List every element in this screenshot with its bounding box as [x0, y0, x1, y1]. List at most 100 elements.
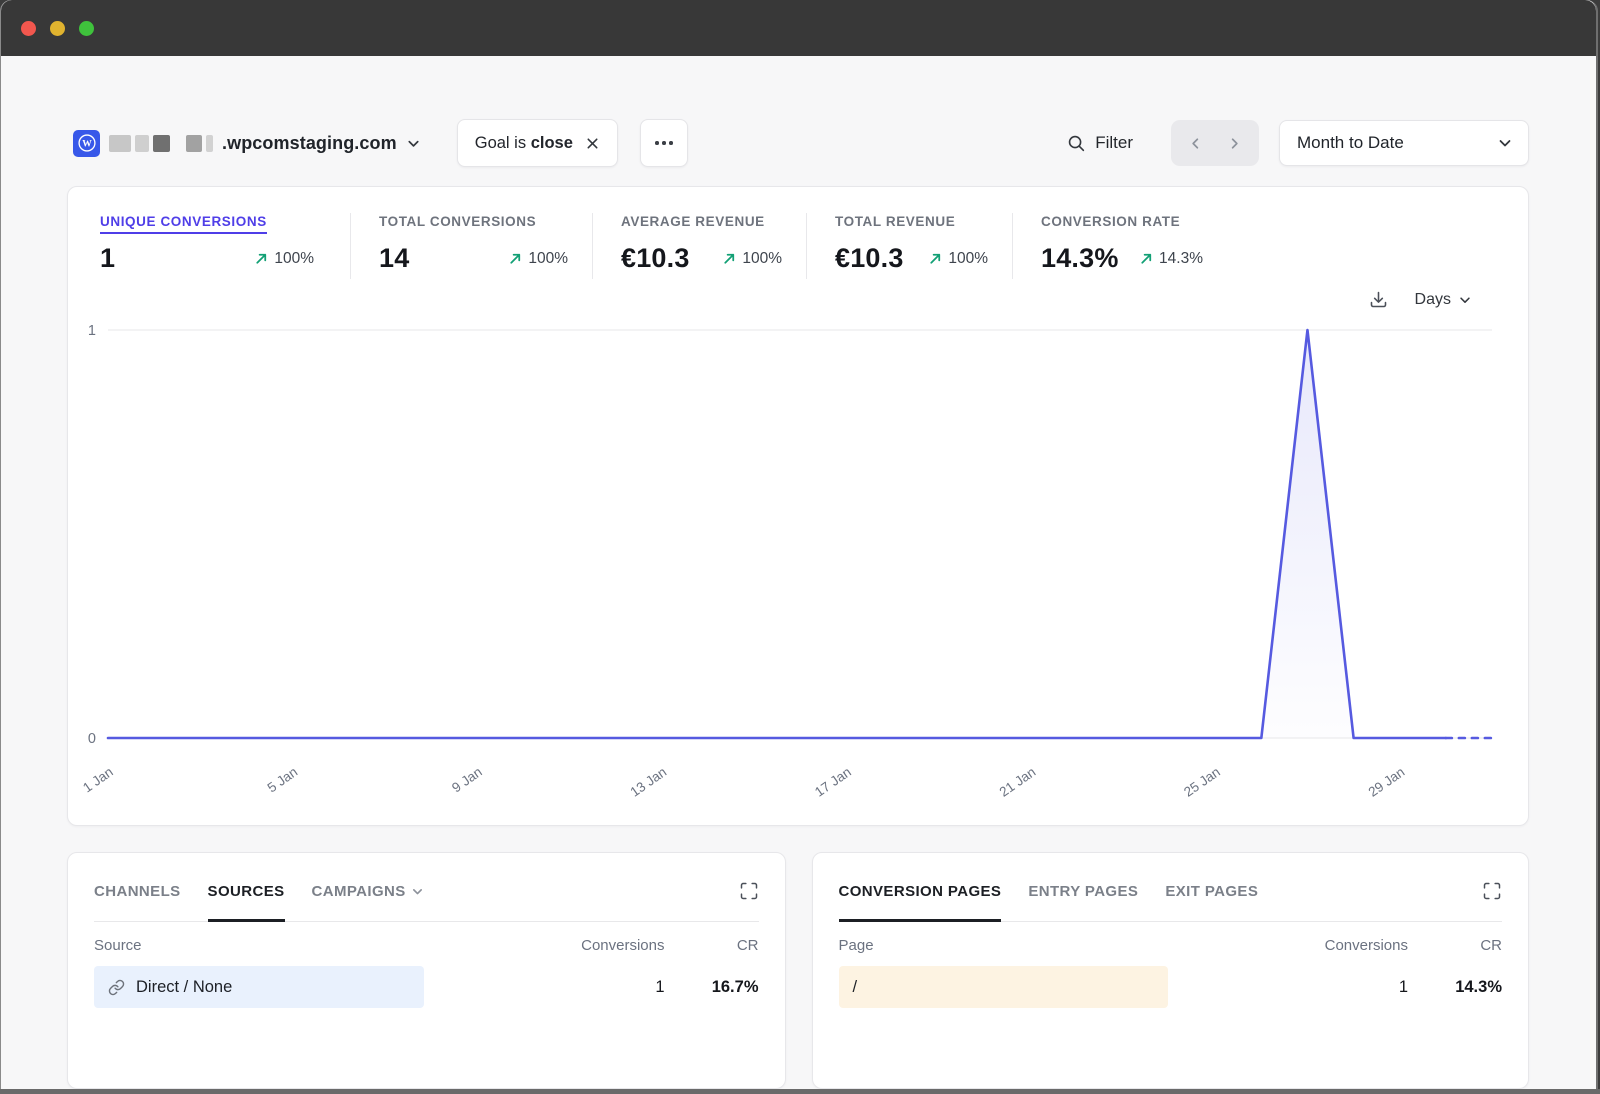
date-range-select[interactable]: Month to Date: [1279, 120, 1529, 166]
stat-delta: 14.3%: [1139, 250, 1203, 268]
site-domain: .wpcomstaging.com: [222, 133, 397, 154]
wordpress-logo-icon: W: [73, 130, 100, 157]
svg-text:1: 1: [88, 323, 96, 339]
chevron-left-icon[interactable]: [1188, 136, 1203, 151]
analytics-page: W .wpcomstaging.com Goal is close: [1, 119, 1596, 1089]
goal-chip-text: Goal is close: [475, 134, 573, 153]
chevron-down-icon: [1497, 135, 1513, 151]
chevron-down-icon: [406, 136, 421, 151]
toolbar: W .wpcomstaging.com Goal is close: [67, 119, 1529, 167]
tab-exit-pages[interactable]: EXIT PAGES: [1165, 883, 1258, 900]
tab-campaigns[interactable]: CAMPAIGNS: [312, 883, 424, 900]
column-cr: CR: [1408, 937, 1502, 954]
fullscreen-icon[interactable]: [739, 881, 759, 901]
svg-text:0: 0: [88, 731, 96, 747]
stat-value: €10.3: [835, 243, 904, 274]
stat-total-revenue: TOTAL REVENUE €10.3 100%: [806, 213, 1012, 279]
stat-tab-total-revenue[interactable]: TOTAL REVENUE: [835, 214, 955, 234]
row-cr: 14.3%: [1408, 978, 1502, 997]
tab-entry-pages[interactable]: ENTRY PAGES: [1028, 883, 1138, 900]
tab-conversion-pages[interactable]: CONVERSION PAGES: [839, 883, 1002, 900]
trend-up-icon: [1139, 251, 1154, 266]
pages-panel: CONVERSION PAGES ENTRY PAGES EXIT PAGES …: [812, 852, 1530, 1089]
column-source: Source: [94, 937, 553, 954]
stats-row: UNIQUE CONVERSIONS 1 100% TOTAL CONVERSI…: [68, 187, 1528, 279]
app-window: W .wpcomstaging.com Goal is close: [0, 0, 1598, 1089]
stat-value: €10.3: [621, 243, 690, 274]
bottom-panels: CHANNELS SOURCES CAMPAIGNS Source Conver…: [67, 852, 1529, 1089]
chart-controls: Days: [68, 279, 1528, 310]
window-titlebar: [1, 0, 1596, 56]
window-bottom-edge: [0, 1089, 1600, 1094]
trend-up-icon: [928, 251, 943, 266]
interval-select[interactable]: Days: [1415, 291, 1472, 309]
svg-text:5 Jan: 5 Jan: [265, 764, 301, 795]
stat-delta: 100%: [508, 250, 568, 268]
conversions-overview-card: UNIQUE CONVERSIONS 1 100% TOTAL CONVERSI…: [67, 186, 1529, 826]
stat-tab-average-revenue[interactable]: AVERAGE REVENUE: [621, 214, 765, 234]
link-icon: [108, 979, 125, 996]
more-options-icon: [655, 141, 659, 145]
chevron-right-icon[interactable]: [1227, 136, 1242, 151]
trend-up-icon: [508, 251, 523, 266]
tab-sources[interactable]: SOURCES: [208, 883, 285, 900]
fullscreen-icon[interactable]: [1482, 881, 1502, 901]
stat-delta: 100%: [928, 250, 988, 268]
more-options-button[interactable]: [640, 119, 688, 167]
chevron-down-icon: [1458, 293, 1472, 307]
stat-value: 1: [100, 243, 115, 274]
conversions-area-chart: 101 Jan5 Jan9 Jan13 Jan17 Jan21 Jan25 Ja…: [83, 314, 1503, 814]
svg-text:13 Jan: 13 Jan: [628, 764, 670, 800]
stat-tab-conversion-rate[interactable]: CONVERSION RATE: [1041, 214, 1180, 234]
column-cr: CR: [665, 937, 759, 954]
stat-unique-conversions: UNIQUE CONVERSIONS 1 100%: [100, 213, 350, 279]
close-window-button[interactable]: [21, 21, 36, 36]
goal-filter-chip[interactable]: Goal is close: [457, 119, 618, 167]
site-selector[interactable]: W .wpcomstaging.com: [67, 130, 421, 157]
row-share-bar: [839, 966, 1168, 1008]
sources-table-header: Source Conversions CR: [94, 937, 759, 954]
row-conversions: 1: [553, 978, 665, 997]
trend-up-icon: [722, 251, 737, 266]
tab-channels[interactable]: CHANNELS: [94, 883, 181, 900]
row-conversions: 1: [1296, 978, 1408, 997]
sources-panel: CHANNELS SOURCES CAMPAIGNS Source Conver…: [67, 852, 786, 1089]
column-page: Page: [839, 937, 1297, 954]
svg-text:29 Jan: 29 Jan: [1366, 764, 1408, 800]
stat-tab-total-conversions[interactable]: TOTAL CONVERSIONS: [379, 214, 536, 234]
source-link[interactable]: Direct / None: [94, 978, 232, 997]
download-icon[interactable]: [1368, 289, 1389, 310]
stat-value: 14.3%: [1041, 243, 1119, 274]
pages-panel-tabs: CONVERSION PAGES ENTRY PAGES EXIT PAGES: [839, 881, 1503, 922]
sources-panel-tabs: CHANNELS SOURCES CAMPAIGNS: [94, 881, 759, 922]
stat-delta: 100%: [722, 250, 782, 268]
stat-value: 14: [379, 243, 409, 274]
minimize-window-button[interactable]: [50, 21, 65, 36]
table-row: / 1 14.3%: [839, 966, 1503, 1008]
stat-delta: 100%: [254, 250, 314, 268]
svg-text:25 Jan: 25 Jan: [1181, 764, 1223, 800]
column-conversions: Conversions: [553, 937, 665, 954]
table-row: Direct / None 1 16.7%: [94, 966, 759, 1008]
stat-total-conversions: TOTAL CONVERSIONS 14 100%: [350, 213, 592, 279]
site-name-redacted-blocks: [109, 135, 213, 152]
stat-conversion-rate: CONVERSION RATE 14.3% 14.3%: [1012, 213, 1227, 279]
svg-text:1 Jan: 1 Jan: [83, 764, 116, 795]
pages-table-header: Page Conversions CR: [839, 937, 1503, 954]
chevron-down-icon: [411, 885, 424, 898]
filter-button[interactable]: Filter: [1067, 133, 1133, 153]
column-conversions: Conversions: [1296, 937, 1408, 954]
row-cr: 16.7%: [665, 978, 759, 997]
date-range-pager: [1171, 120, 1259, 166]
interval-value: Days: [1415, 291, 1451, 309]
stat-tab-unique-conversions[interactable]: UNIQUE CONVERSIONS: [100, 214, 267, 234]
date-range-value: Month to Date: [1297, 133, 1404, 153]
svg-text:21 Jan: 21 Jan: [997, 764, 1039, 800]
trend-up-icon: [254, 251, 269, 266]
zoom-window-button[interactable]: [79, 21, 94, 36]
close-icon[interactable]: [585, 136, 600, 151]
search-icon: [1067, 134, 1086, 153]
page-link[interactable]: /: [839, 978, 858, 997]
stat-average-revenue: AVERAGE REVENUE €10.3 100%: [592, 213, 806, 279]
svg-text:W: W: [82, 139, 92, 150]
